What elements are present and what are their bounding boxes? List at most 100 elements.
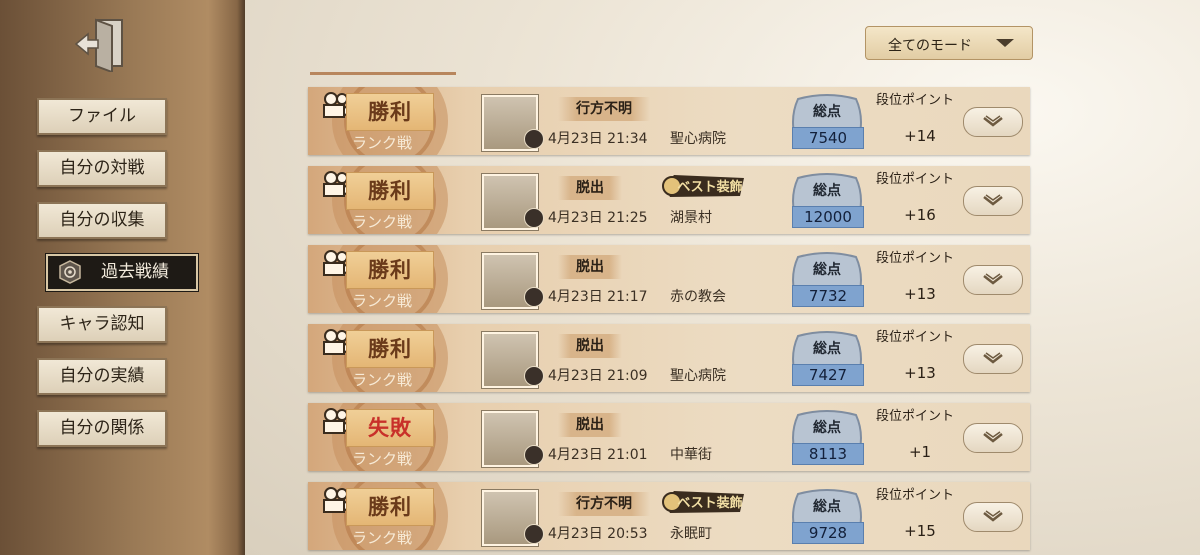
match-mode: ランク戦 <box>352 529 413 547</box>
flag-icon <box>524 208 544 228</box>
rank-points-label: 段位ポイント <box>876 330 955 345</box>
match-row[interactable]: 失敗 ランク戦 脱出 4月23日 21:01 中華街 総点 8113 段位ポイン… <box>308 403 1030 471</box>
match-row[interactable]: 勝利 ランク戦 行方不明 4月23日 21:34 聖心病院 総点 7540 段位… <box>308 87 1030 155</box>
expand-row-button[interactable] <box>963 265 1023 295</box>
match-date: 4月23日 21:01 <box>548 447 648 463</box>
chevron-down-icon <box>983 194 1003 206</box>
sidebar-item-file[interactable]: ファイル <box>37 98 167 135</box>
total-score: 総点 7540 <box>788 93 866 149</box>
score-value: 7732 <box>792 285 864 307</box>
sidebar: ファイル 自分の対戦 自分の収集 過去戦績 キャラ認知 自分の実績 自分の関係 <box>0 0 245 555</box>
match-date: 4月23日 21:34 <box>548 131 648 147</box>
total-score: 総点 9728 <box>788 488 866 544</box>
score-value: 12000 <box>792 206 864 228</box>
sidebar-item-label: 自分の実績 <box>59 366 145 386</box>
sidebar-item-character-knowledge[interactable]: キャラ認知 <box>37 306 167 343</box>
match-mode: ランク戦 <box>352 450 413 468</box>
rank-points-value: +13 <box>904 364 936 382</box>
rank-points-value: +1 <box>908 443 932 461</box>
result-medal: 勝利 ランク戦 <box>308 245 470 313</box>
sidebar-item-label: ファイル <box>68 106 136 126</box>
expand-row-button[interactable] <box>963 186 1023 216</box>
sidebar-item-match-history[interactable]: 過去戦績 <box>46 254 198 291</box>
survivor-status: 脱出 <box>558 334 622 358</box>
score-value: 8113 <box>792 443 864 465</box>
rank-points-value: +16 <box>904 206 936 224</box>
match-date: 4月23日 21:09 <box>548 368 648 384</box>
rank-points-label: 段位ポイント <box>876 409 955 424</box>
rank-points-value: +15 <box>904 522 936 540</box>
list-top-divider <box>310 72 456 75</box>
expand-row-button[interactable] <box>963 423 1023 453</box>
survivor-status: 脱出 <box>558 176 622 200</box>
total-score: 総点 12000 <box>788 172 866 228</box>
match-result: 勝利 <box>346 251 434 289</box>
best-decoration-badge: ベスト装飾 <box>662 491 744 513</box>
best-decoration-badge: ベスト装飾 <box>662 175 744 197</box>
match-row[interactable]: 勝利 ランク戦 脱出 4月23日 21:17 赤の教会 総点 7732 段位ポイ… <box>308 245 1030 313</box>
match-result: 勝利 <box>346 172 434 210</box>
match-mode: ランク戦 <box>352 213 413 231</box>
match-map: 赤の教会 <box>670 289 726 305</box>
best-badge-text: ベスト装飾 <box>677 495 742 511</box>
result-medal: 勝利 ランク戦 <box>308 324 470 392</box>
total-score: 総点 7732 <box>788 251 866 307</box>
sidebar-item-my-collection[interactable]: 自分の収集 <box>37 202 167 239</box>
chevron-down-icon <box>983 352 1003 364</box>
sidebar-item-my-achievements[interactable]: 自分の実績 <box>37 358 167 395</box>
chevron-down-icon <box>996 39 1014 47</box>
sidebar-item-my-matches[interactable]: 自分の対戦 <box>37 150 167 187</box>
score-label: 総点 <box>813 104 841 120</box>
flag-icon <box>524 366 544 386</box>
score-label: 総点 <box>813 183 841 199</box>
expand-row-button[interactable] <box>963 107 1023 137</box>
match-date: 4月23日 21:17 <box>548 289 648 305</box>
sidebar-item-label: 自分の対戦 <box>59 158 145 178</box>
flag-icon <box>524 445 544 465</box>
survivor-status: 行方不明 <box>558 97 650 121</box>
score-label: 総点 <box>813 341 841 357</box>
rank-points-label: 段位ポイント <box>876 93 955 108</box>
mode-filter-dropdown[interactable]: 全てのモード <box>865 26 1033 60</box>
match-map: 聖心病院 <box>670 131 726 147</box>
match-date: 4月23日 21:25 <box>548 210 648 226</box>
sidebar-item-label: 自分の関係 <box>59 418 145 438</box>
result-medal: 勝利 ランク戦 <box>308 166 470 234</box>
sidebar-item-label: 自分の収集 <box>59 210 145 230</box>
match-mode: ランク戦 <box>352 134 413 152</box>
chevron-down-icon <box>983 510 1003 522</box>
sidebar-item-label: キャラ認知 <box>59 314 145 334</box>
survivor-status: 行方不明 <box>558 492 650 516</box>
exit-door-icon[interactable] <box>72 16 128 72</box>
match-row[interactable]: 勝利 ランク戦 脱出 ベスト装飾 4月23日 21:25 湖景村 総点 1200… <box>308 166 1030 234</box>
score-value: 9728 <box>792 522 864 544</box>
match-result: 勝利 <box>346 330 434 368</box>
score-label: 総点 <box>813 420 841 436</box>
flag-icon <box>524 129 544 149</box>
flag-icon <box>524 287 544 307</box>
match-result: 勝利 <box>346 488 434 526</box>
survivor-status: 脱出 <box>558 413 622 437</box>
result-medal: 勝利 ランク戦 <box>308 482 470 550</box>
best-badge-text: ベスト装飾 <box>677 179 742 195</box>
match-map: 永眠町 <box>670 526 712 542</box>
match-mode: ランク戦 <box>352 371 413 389</box>
total-score: 総点 8113 <box>788 409 866 465</box>
score-value: 7427 <box>792 364 864 386</box>
match-row[interactable]: 勝利 ランク戦 脱出 4月23日 21:09 聖心病院 総点 7427 段位ポイ… <box>308 324 1030 392</box>
match-result: 勝利 <box>346 93 434 131</box>
expand-row-button[interactable] <box>963 502 1023 532</box>
match-map: 中華街 <box>670 447 712 463</box>
chevron-down-icon <box>983 431 1003 443</box>
match-date: 4月23日 20:53 <box>548 526 648 542</box>
match-row[interactable]: 勝利 ランク戦 行方不明 ベスト装飾 4月23日 20:53 永眠町 総点 97… <box>308 482 1030 550</box>
chevron-down-icon <box>983 273 1003 285</box>
rank-points-label: 段位ポイント <box>876 251 955 266</box>
sidebar-item-my-relations[interactable]: 自分の関係 <box>37 410 167 447</box>
rank-points-label: 段位ポイント <box>876 172 955 187</box>
sidebar-item-label: 過去戦績 <box>101 262 169 282</box>
mode-filter-label: 全てのモード <box>888 38 972 54</box>
rank-points-value: +14 <box>904 127 936 145</box>
rank-points-label: 段位ポイント <box>876 488 955 503</box>
expand-row-button[interactable] <box>963 344 1023 374</box>
